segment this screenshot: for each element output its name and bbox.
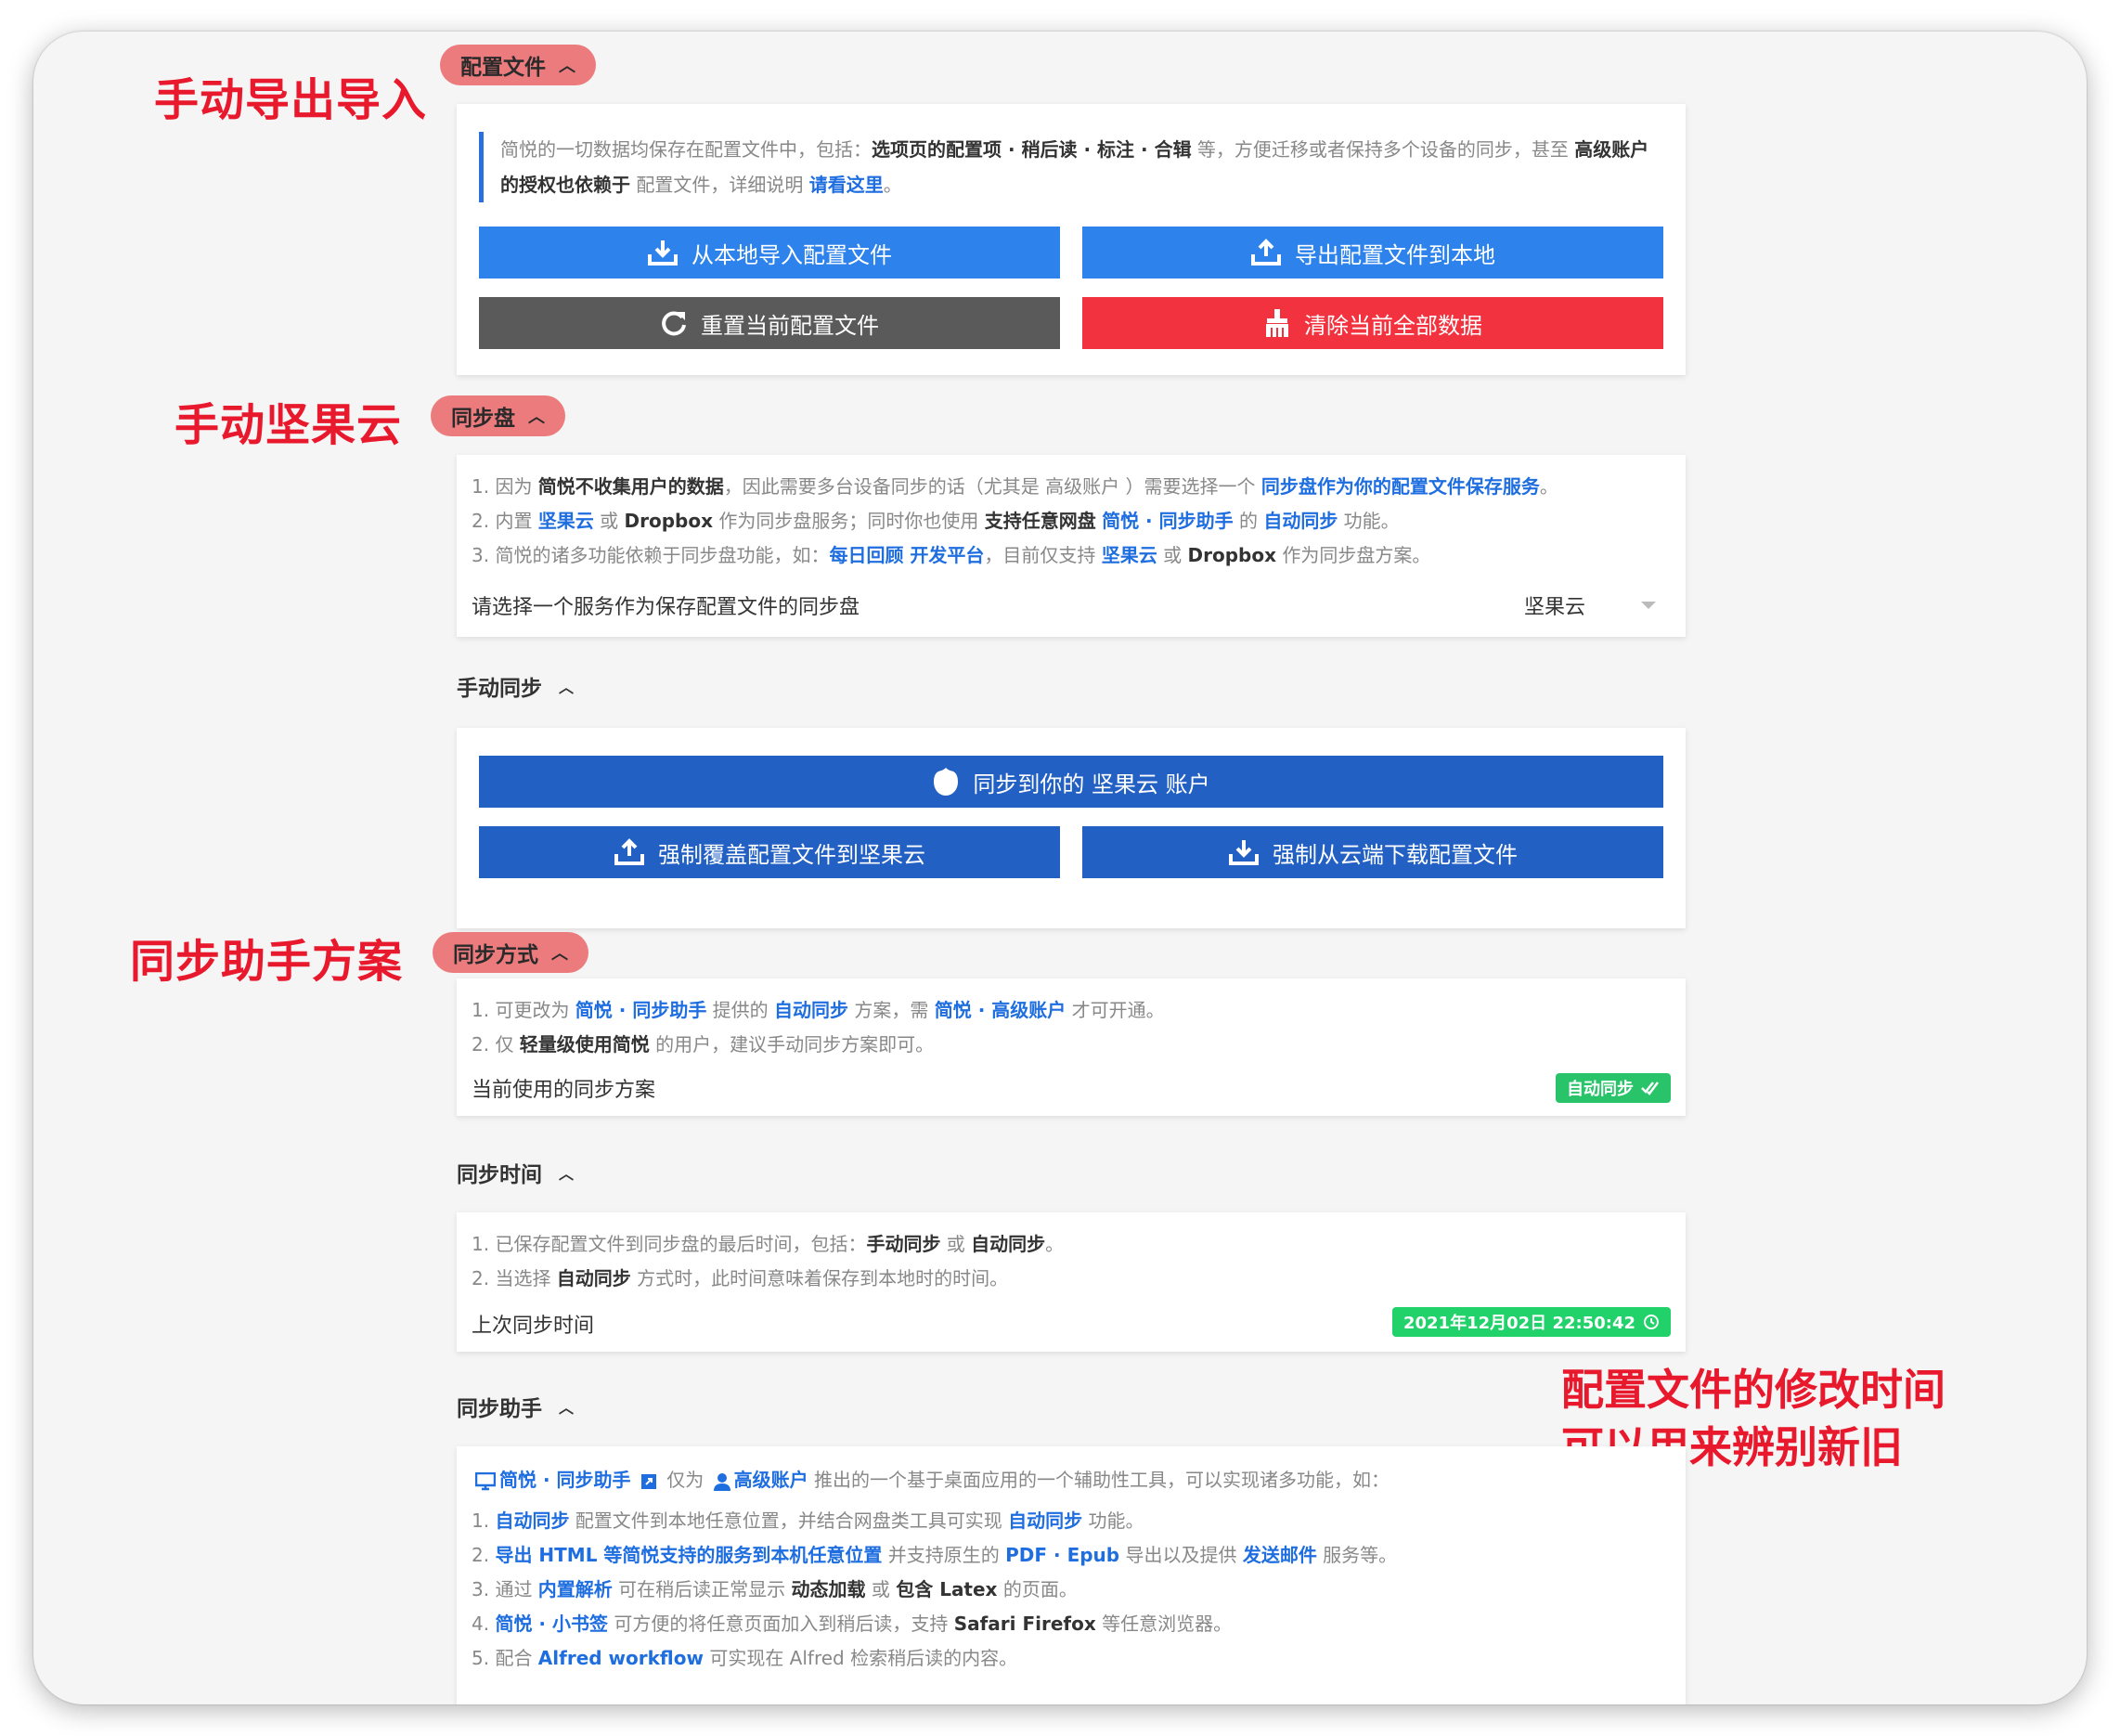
manual-sync-title[interactable]: 手动同步 ︿ bbox=[457, 670, 574, 702]
config-card: 简悦的一切数据均保存在配置文件中，包括：选项页的配置项 · 稍后读 · 标注 ·… bbox=[457, 104, 1686, 375]
assistant-intro: 简悦 · 同步助手 仅为 高级账户 推出的一个基于桌面应用的一个辅助性工具，可以… bbox=[472, 1463, 1390, 1497]
config-pill[interactable]: 配置文件 ︿ bbox=[440, 45, 596, 85]
page-frame: 手动导出导入 配置文件 ︿ 简悦的一切数据均保存在配置文件中，包括：选项页的配置… bbox=[33, 32, 2087, 1704]
export-html-link[interactable]: 导出 HTML 等简悦支持的服务到本机任意位置 bbox=[495, 1544, 882, 1566]
import-config-label: 从本地导入配置文件 bbox=[692, 241, 892, 268]
export-config-label: 导出配置文件到本地 bbox=[1295, 241, 1495, 268]
clear-data-label: 清除当前全部数据 bbox=[1304, 312, 1482, 339]
sync-disk-service-link[interactable]: 同步盘作为你的配置文件保存服务 bbox=[1261, 475, 1540, 498]
sync-disk-pill[interactable]: 同步盘 ︿ bbox=[431, 395, 565, 436]
auto-sync-link-2[interactable]: 自动同步 bbox=[1008, 1509, 1082, 1532]
nutstore-link-2[interactable]: 坚果云 bbox=[1102, 544, 1157, 566]
sync-disk-card: 1. 因为 简悦不收集用户的数据，因此需要多台设备同步的话（尤其是 高级账户 ）… bbox=[457, 455, 1686, 637]
assistant-intro-link[interactable]: 简悦 · 同步助手 bbox=[499, 1469, 631, 1491]
sync-method-line-2: 2. 仅 轻量级使用简悦 的用户，建议手动同步方案即可。 bbox=[472, 1033, 935, 1056]
config-pill-label: 配置文件 bbox=[460, 56, 546, 80]
clear-data-button[interactable]: 清除当前全部数据 bbox=[1082, 297, 1663, 349]
manual-sync-card: 同步到你的 坚果云 账户 强制覆盖配置文件到坚果云 强制从云端下载配置文件 bbox=[457, 728, 1686, 928]
sync-to-nutstore-button[interactable]: 同步到你的 坚果云 账户 bbox=[479, 756, 1663, 808]
auto-sync-link[interactable]: 自动同步 bbox=[1263, 510, 1338, 532]
sync-disk-line-1: 1. 因为 简悦不收集用户的数据，因此需要多台设备同步的话（尤其是 高级账户 ）… bbox=[472, 475, 1558, 498]
desktop-icon bbox=[475, 1471, 496, 1491]
auto-sync-link[interactable]: 自动同步 bbox=[495, 1509, 569, 1532]
annotation-nutstore: 手动坚果云 bbox=[175, 399, 403, 451]
upload-tray-icon bbox=[1250, 239, 1282, 266]
sync-disk-line-3: 3. 简悦的诸多功能依赖于同步盘功能，如：每日回顾 开发平台，目前仅支持 坚果云… bbox=[472, 544, 1431, 566]
download-tray-icon bbox=[647, 239, 679, 266]
reset-config-button[interactable]: 重置当前配置文件 bbox=[479, 297, 1060, 349]
current-sync-label: 当前使用的同步方案 bbox=[472, 1079, 656, 1102]
sync-method-pill[interactable]: 同步方式 ︿ bbox=[433, 932, 588, 973]
sync-disk-pill-label: 同步盘 bbox=[451, 407, 515, 431]
assistant-item-5: 5. 配合 Alfred workflow 可实现在 Alfred 检索稍后读的… bbox=[472, 1647, 1018, 1669]
daily-review-link[interactable]: 每日回顾 开发平台 bbox=[829, 544, 984, 566]
refresh-icon bbox=[660, 309, 688, 337]
last-sync-label: 上次同步时间 bbox=[472, 1315, 595, 1338]
sync-assistant-link[interactable]: 简悦 · 同步助手 bbox=[1102, 510, 1234, 532]
sync-time-title[interactable]: 同步时间 ︿ bbox=[457, 1157, 574, 1188]
sync-assistant-title[interactable]: 同步助手 ︿ bbox=[457, 1391, 574, 1422]
sync-time-line-2: 2. 当选择 自动同步 方式时，此时间意味着保存到本地时的时间。 bbox=[472, 1267, 1009, 1289]
force-overwrite-label: 强制覆盖配置文件到坚果云 bbox=[658, 841, 925, 868]
nutstore-link[interactable]: 坚果云 bbox=[538, 510, 594, 532]
auto-sync-link[interactable]: 自动同步 bbox=[774, 999, 848, 1021]
see-here-link[interactable]: 请看这里 bbox=[809, 174, 884, 196]
sync-method-pill-label: 同步方式 bbox=[453, 943, 538, 967]
upload-tray-icon bbox=[614, 838, 645, 866]
builtin-parse-link[interactable]: 内置解析 bbox=[538, 1578, 613, 1600]
sync-to-nutstore-label: 同步到你的 坚果云 账户 bbox=[973, 771, 1210, 797]
annotation-assistant-plan: 同步助手方案 bbox=[130, 936, 404, 988]
double-check-icon bbox=[1641, 1081, 1660, 1095]
pdf-epub-link[interactable]: PDF · Epub bbox=[1005, 1544, 1119, 1566]
force-download-label: 强制从云端下载配置文件 bbox=[1273, 841, 1518, 868]
sync-method-line-1: 1. 可更改为 简悦 · 同步助手 提供的 自动同步 方案，需 简悦 · 高级账… bbox=[472, 999, 1165, 1021]
nutstore-logo-icon bbox=[932, 766, 960, 797]
chevron-up-icon: ︿ bbox=[528, 408, 545, 427]
chevron-up-icon: ︿ bbox=[559, 679, 575, 696]
auto-sync-badge[interactable]: 自动同步 bbox=[1556, 1073, 1671, 1103]
premium-account-link[interactable]: 简悦 · 高级账户 bbox=[935, 999, 1066, 1021]
assistant-link[interactable]: 简悦 · 同步助手 bbox=[575, 999, 707, 1021]
bookmarklet-link[interactable]: 简悦 · 小书签 bbox=[495, 1613, 608, 1635]
chevron-up-icon: ︿ bbox=[551, 944, 568, 964]
chevron-up-icon: ︿ bbox=[559, 57, 575, 76]
reset-config-label: 重置当前配置文件 bbox=[701, 312, 879, 339]
chevron-up-icon: ︿ bbox=[559, 1399, 575, 1417]
sync-disk-line-2: 2. 内置 坚果云 或 Dropbox 作为同步盘服务；同时你也使用 支持任意网… bbox=[472, 510, 1400, 532]
annotation-modify-time-1: 配置文件的修改时间 bbox=[1561, 1365, 1945, 1415]
alfred-workflow-link[interactable]: Alfred workflow bbox=[538, 1647, 704, 1669]
sync-disk-select-label: 请选择一个服务作为保存配置文件的同步盘 bbox=[472, 596, 860, 619]
assistant-item-2: 2. 导出 HTML 等简悦支持的服务到本机任意位置 并支持原生的 PDF · … bbox=[472, 1544, 1398, 1566]
external-link-icon[interactable] bbox=[640, 1473, 657, 1490]
config-description: 简悦的一切数据均保存在配置文件中，包括：选项页的配置项 · 稍后读 · 标注 ·… bbox=[479, 132, 1663, 202]
premium-account-link[interactable]: 高级账户 bbox=[734, 1469, 808, 1491]
sync-disk-select[interactable]: 坚果云 bbox=[1524, 590, 1585, 620]
broom-icon bbox=[1263, 308, 1291, 338]
sync-time-line-1: 1. 已保存配置文件到同步盘的最后时间，包括：手动同步 或 自动同步。 bbox=[472, 1233, 1065, 1255]
send-mail-link[interactable]: 发送邮件 bbox=[1243, 1544, 1317, 1566]
sync-method-card: 1. 可更改为 简悦 · 同步助手 提供的 自动同步 方案，需 简悦 · 高级账… bbox=[457, 978, 1686, 1116]
annotation-export-import: 手动导出导入 bbox=[154, 74, 428, 126]
user-icon bbox=[713, 1472, 730, 1491]
sync-assistant-card: 简悦 · 同步助手 仅为 高级账户 推出的一个基于桌面应用的一个辅助性工具，可以… bbox=[457, 1446, 1686, 1704]
history-icon bbox=[1643, 1314, 1660, 1330]
force-download-button[interactable]: 强制从云端下载配置文件 bbox=[1082, 826, 1663, 878]
import-config-button[interactable]: 从本地导入配置文件 bbox=[479, 227, 1060, 279]
assistant-item-3: 3. 通过 内置解析 可在稍后读正常显示 动态加载 或 包含 Latex 的页面… bbox=[472, 1578, 1078, 1600]
assistant-item-4: 4. 简悦 · 小书签 可方便的将任意页面加入到稍后读，支持 Safari Fi… bbox=[472, 1613, 1233, 1635]
force-overwrite-button[interactable]: 强制覆盖配置文件到坚果云 bbox=[479, 826, 1060, 878]
chevron-up-icon: ︿ bbox=[559, 1165, 575, 1183]
sync-time-card: 1. 已保存配置文件到同步盘的最后时间，包括：手动同步 或 自动同步。 2. 当… bbox=[457, 1212, 1686, 1352]
download-tray-icon bbox=[1228, 838, 1260, 866]
chevron-down-icon[interactable] bbox=[1641, 602, 1656, 609]
last-sync-badge[interactable]: 2021年12月02日 22:50:42 bbox=[1391, 1307, 1671, 1337]
export-config-button[interactable]: 导出配置文件到本地 bbox=[1082, 227, 1663, 279]
assistant-item-1: 1. 自动同步 配置文件到本地任意位置，并结合网盘类工具可实现 自动同步 功能。 bbox=[472, 1509, 1144, 1532]
